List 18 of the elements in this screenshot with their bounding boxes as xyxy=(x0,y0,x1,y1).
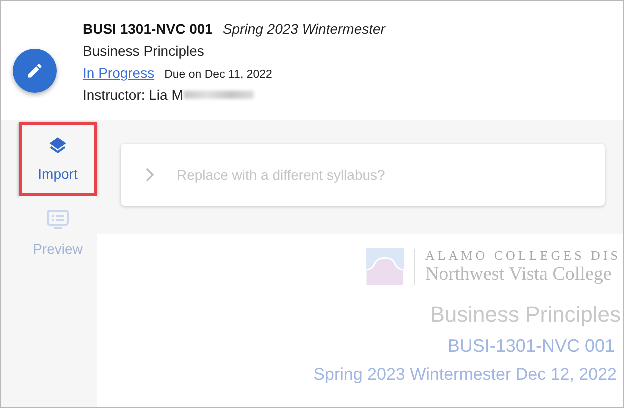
college-logo-icon xyxy=(366,248,404,286)
status-link[interactable]: In Progress xyxy=(83,65,155,81)
pencil-icon xyxy=(26,62,44,80)
monitor-icon xyxy=(46,209,70,231)
layers-icon xyxy=(48,136,68,156)
chevron-icon xyxy=(145,168,155,182)
course-code: BUSI 1301-NVC 001 xyxy=(83,21,213,37)
course-name: Business Principles xyxy=(83,43,206,59)
instructor-name: Instructor: Lia M xyxy=(83,87,184,103)
edit-button[interactable] xyxy=(13,48,57,92)
nav-tab[interactable]: Import xyxy=(19,122,97,196)
course-term: Spring 2023 Wintermester xyxy=(222,21,386,37)
document-section: BUSI-1301-NVC 001 xyxy=(448,336,615,357)
logo-top-text: ALAMO COLLEGES DIS xyxy=(425,248,621,264)
document-term: Spring 2023 Wintermester Dec 12, 2022 xyxy=(314,365,617,385)
redacted-text xyxy=(184,91,254,99)
logo-bottom-text: Northwest Vista College xyxy=(425,264,613,286)
due-date: Due on Dec 11, 2022 xyxy=(164,69,272,81)
